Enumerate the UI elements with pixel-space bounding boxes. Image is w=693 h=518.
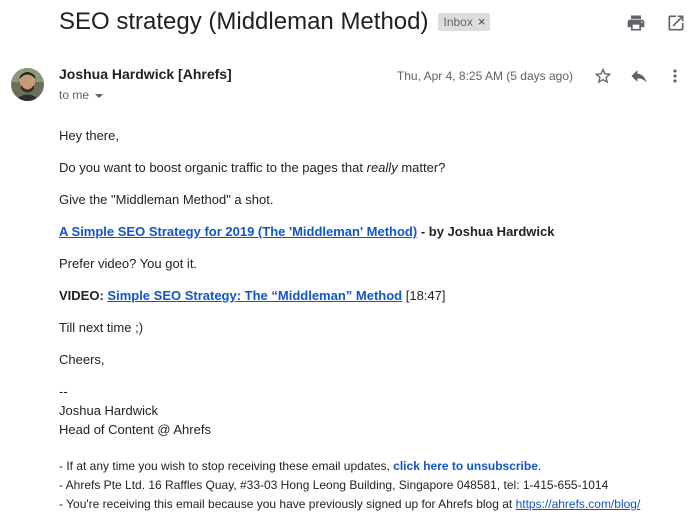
email-subject: SEO strategy (Middleman Method) xyxy=(59,8,429,35)
remove-label-icon[interactable]: × xyxy=(478,15,486,28)
intro-suggestion: Give the "Middleman Method" a shot. xyxy=(59,192,274,207)
intro-text-end: matter? xyxy=(397,160,446,175)
reply-icon[interactable] xyxy=(627,64,651,88)
unsubscribe-link[interactable]: click here to unsubscribe xyxy=(393,459,538,473)
article-link[interactable]: A Simple SEO Strategy for 2019 (The 'Mid… xyxy=(59,224,417,239)
message-meta: Thu, Apr 4, 8:25 AM (5 days ago) xyxy=(397,64,687,88)
sender-avatar[interactable] xyxy=(11,68,44,101)
subject-row: SEO strategy (Middleman Method) Inbox × xyxy=(59,8,491,36)
blog-link[interactable]: https://ahrefs.com/blog/ xyxy=(516,497,641,511)
inbox-label-text: Inbox xyxy=(443,15,473,29)
video-prompt: Prefer video? You got it. xyxy=(59,256,198,271)
intro-question: Do you want to boost organic traffic to … xyxy=(59,159,679,177)
intro-text-start: Do you want to boost organic traffic to … xyxy=(59,160,367,175)
video-line: VIDEO: Simple SEO Strategy: The “Middlem… xyxy=(59,287,679,305)
open-in-new-window-icon[interactable] xyxy=(665,12,687,34)
signature-name: Joshua Hardwick xyxy=(59,403,158,418)
star-icon[interactable] xyxy=(591,64,615,88)
sender-name[interactable]: Joshua Hardwick [Ahrefs] xyxy=(59,66,232,82)
recipient-details[interactable]: to me xyxy=(59,88,104,102)
unsubscribe-line: - If at any time you wish to stop receiv… xyxy=(59,457,679,476)
company-address: - Ahrefs Pte Ltd. 16 Raffles Quay, #33-0… xyxy=(59,478,609,492)
article-byline: - by Joshua Hardwick xyxy=(417,224,555,239)
greeting: Hey there, xyxy=(59,128,119,143)
cheers-line: Cheers, xyxy=(59,352,105,367)
caret-down-icon[interactable] xyxy=(95,94,104,98)
signature-title: Head of Content @ Ahrefs xyxy=(59,422,211,437)
video-label: VIDEO: xyxy=(59,288,108,303)
unsubscribe-text: - If at any time you wish to stop receiv… xyxy=(59,459,394,473)
more-vertical-icon[interactable] xyxy=(663,64,687,88)
video-link[interactable]: Simple SEO Strategy: The “Middleman” Met… xyxy=(107,288,402,303)
message-body: Hey there, Do you want to boost organic … xyxy=(59,126,679,514)
signup-reason-line: - You're receiving this email because yo… xyxy=(59,495,679,514)
recipient-label: to me xyxy=(59,88,90,102)
print-icon[interactable] xyxy=(625,12,647,34)
signup-reason-text: - You're receiving this email because yo… xyxy=(59,497,516,511)
inbox-label-chip[interactable]: Inbox × xyxy=(438,13,491,31)
video-duration: [18:47] xyxy=(402,288,446,303)
message-date: Thu, Apr 4, 8:25 AM (5 days ago) xyxy=(396,69,573,83)
intro-emphasis: really xyxy=(366,160,398,175)
signoff-line: Till next time ;) xyxy=(59,320,144,335)
email-footer: - If at any time you wish to stop receiv… xyxy=(59,457,679,514)
signature-separator: -- xyxy=(59,384,68,399)
thread-toolbar xyxy=(625,12,687,34)
article-line: A Simple SEO Strategy for 2019 (The 'Mid… xyxy=(59,223,679,241)
unsubscribe-period: . xyxy=(537,459,542,473)
